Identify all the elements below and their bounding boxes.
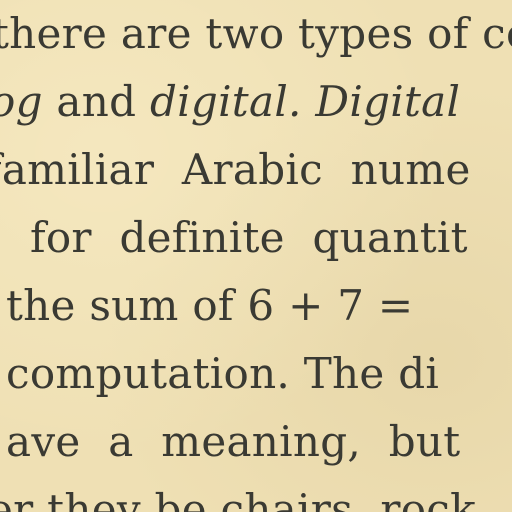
italic-word-analog-fragment: og [0,77,43,126]
italic-phrase-digital: digital. Digital [149,77,461,126]
word: familiar [0,145,155,194]
text-line-1: there are two types of co [0,9,512,58]
text-line-4: for definite quantit [30,214,482,262]
word: nume [350,145,471,194]
word: definite [119,213,285,262]
text-line-2: og and digital. Digital [0,78,460,126]
word: quantit [312,213,468,262]
word: but [388,417,461,466]
text-line-5: the sum of 6 + 7 = [6,281,414,330]
word: for [30,213,92,262]
word: a [108,417,134,466]
word: meaning, [161,417,362,466]
text-line-7: ave a meaning, but [6,418,474,466]
text-line-8: er they be chairs, rock [0,485,476,512]
text-line-6: computation. The di [6,349,440,398]
word: Arabic [181,145,323,194]
word-and: and [42,77,150,126]
word: ave [6,417,81,466]
document-page: there are two types of co og and digital… [0,0,512,512]
text-line-3: familiar Arabic nume [0,146,485,194]
